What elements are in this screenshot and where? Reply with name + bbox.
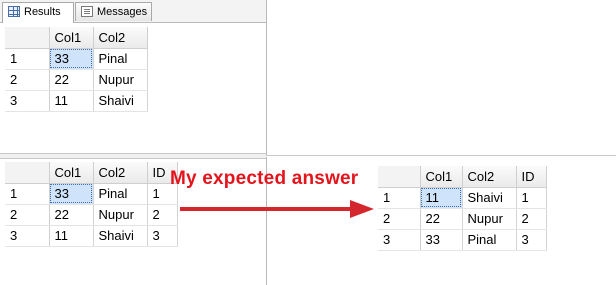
messages-icon [81, 5, 93, 17]
result-grid-1: Col1 Col2 1 33 Pinal 2 22 Nupur 3 11 Sha… [5, 27, 148, 112]
grid-cell[interactable]: Pinal [93, 48, 148, 70]
grid-corner [378, 166, 421, 188]
row-header: 3 [378, 229, 421, 251]
result-grid-2: Col1 Col2 ID 1 33 Pinal 1 2 22 Nupur 2 3… [5, 162, 178, 247]
tab-messages[interactable]: Messages [75, 2, 152, 21]
column-header: Col1 [420, 166, 463, 188]
grid-cell: 2 [516, 208, 547, 230]
grid-cell: 11 [420, 187, 463, 209]
table-row: 3 11 Shaivi 3 [5, 225, 178, 247]
table-row: 2 22 Nupur [5, 69, 148, 91]
grid-cell: Pinal [462, 229, 517, 251]
column-header[interactable]: Col2 [93, 162, 148, 184]
grid-cell[interactable]: Shaivi [93, 90, 148, 112]
table-row: 1 33 Pinal [5, 48, 148, 70]
annotation-arrow [180, 200, 374, 218]
grid-cell: 33 [420, 229, 463, 251]
row-header: 1 [378, 187, 421, 209]
row-header[interactable]: 2 [5, 204, 50, 226]
tab-results-label: Results [24, 6, 61, 18]
pane-splitter[interactable] [0, 153, 266, 159]
row-header[interactable]: 2 [5, 69, 50, 91]
annotation-text: My expected answer [170, 168, 359, 189]
row-header[interactable]: 3 [5, 90, 50, 112]
splitter-line [266, 155, 616, 156]
grid-cell[interactable]: Nupur [93, 204, 148, 226]
column-header[interactable]: Col2 [93, 27, 148, 49]
grid-cell[interactable]: 11 [49, 90, 94, 112]
row-header[interactable]: 3 [5, 225, 50, 247]
row-header[interactable]: 1 [5, 183, 50, 205]
grid-cell: Nupur [462, 208, 517, 230]
table-row: 1 11 Shaivi 1 [378, 187, 547, 209]
pane-right-border [266, 0, 267, 155]
results-grid-icon [8, 5, 20, 17]
grid-cell[interactable]: 22 [49, 204, 94, 226]
grid-cell[interactable]: 33 [49, 48, 94, 70]
column-header: ID [516, 166, 547, 188]
column-header[interactable]: Col1 [49, 27, 94, 49]
column-header: Col2 [462, 166, 517, 188]
tab-results[interactable]: Results [2, 2, 74, 23]
grid-cell[interactable]: Nupur [93, 69, 148, 91]
table-row: 1 33 Pinal 1 [5, 183, 178, 205]
tab-messages-label: Messages [97, 6, 148, 18]
column-header[interactable]: Col1 [49, 162, 94, 184]
grid-cell[interactable]: Shaivi [93, 225, 148, 247]
row-header: 2 [378, 208, 421, 230]
grid-header-row: Col1 Col2 [5, 27, 148, 49]
grid-header-row: Col1 Col2 ID [5, 162, 178, 184]
grid-cell: 3 [516, 229, 547, 251]
grid-corner[interactable] [5, 27, 50, 49]
grid-cell[interactable]: 33 [49, 183, 94, 205]
grid-cell[interactable]: Pinal [93, 183, 148, 205]
grid-cell[interactable]: 2 [147, 204, 178, 226]
table-row: 3 33 Pinal 3 [378, 229, 547, 251]
grid-header-row: Col1 Col2 ID [378, 166, 547, 188]
table-row: 3 11 Shaivi [5, 90, 148, 112]
grid-cell[interactable]: 3 [147, 225, 178, 247]
grid-cell[interactable]: 22 [49, 69, 94, 91]
table-row: 2 22 Nupur 2 [378, 208, 547, 230]
grid-cell: 22 [420, 208, 463, 230]
table-row: 2 22 Nupur 2 [5, 204, 178, 226]
grid-cell[interactable]: 11 [49, 225, 94, 247]
results-tab-strip: Results Messages [0, 0, 266, 23]
grid-corner[interactable] [5, 162, 50, 184]
row-header[interactable]: 1 [5, 48, 50, 70]
expected-result-grid: Col1 Col2 ID 1 11 Shaivi 1 2 22 Nupur 2 … [378, 166, 547, 251]
grid-cell: Shaivi [462, 187, 517, 209]
grid-cell: 1 [516, 187, 547, 209]
